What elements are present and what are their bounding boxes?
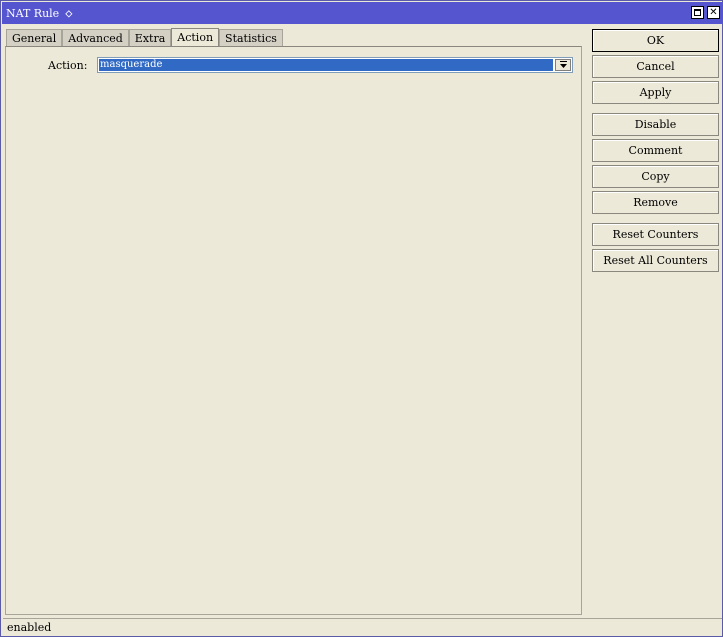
maximize-icon[interactable] <box>691 6 704 19</box>
close-icon[interactable]: ✕ <box>707 6 720 19</box>
apply-button[interactable]: Apply <box>592 81 719 104</box>
action-field-row: Action: masquerade <box>6 56 581 74</box>
action-select[interactable]: masquerade <box>97 57 573 73</box>
action-label: Action: <box>48 59 88 72</box>
copy-button[interactable]: Copy <box>592 165 719 188</box>
remove-button[interactable]: Remove <box>592 191 719 214</box>
status-text: enabled <box>7 621 52 634</box>
tab-statistics[interactable]: Statistics <box>219 29 283 47</box>
disable-button[interactable]: Disable <box>592 113 719 136</box>
status-bar: enabled <box>3 618 722 636</box>
tab-bar: General Advanced Extra Action Statistics <box>6 28 283 47</box>
tab-action[interactable]: Action <box>171 28 220 47</box>
comment-button[interactable]: Comment <box>592 139 719 162</box>
tab-extra[interactable]: Extra <box>128 29 172 47</box>
tab-general[interactable]: General <box>6 29 63 47</box>
reset-counters-button[interactable]: Reset Counters <box>592 223 719 246</box>
diamond-icon: ◇ <box>65 6 73 20</box>
action-tab-panel: Action: masquerade <box>5 46 582 615</box>
dropdown-arrow-icon[interactable] <box>555 59 571 71</box>
reset-all-counters-button[interactable]: Reset All Counters <box>592 249 719 272</box>
tab-advanced[interactable]: Advanced <box>62 29 129 47</box>
window-title: NAT Rule <box>6 6 60 20</box>
action-select-value[interactable]: masquerade <box>99 59 553 71</box>
nat-rule-window: NAT Rule ◇ ✕ General Advanced Extra Acti… <box>0 0 723 637</box>
title-bar[interactable]: NAT Rule ◇ ✕ <box>2 2 723 24</box>
ok-button[interactable]: OK <box>592 29 719 52</box>
cancel-button[interactable]: Cancel <box>592 55 719 78</box>
